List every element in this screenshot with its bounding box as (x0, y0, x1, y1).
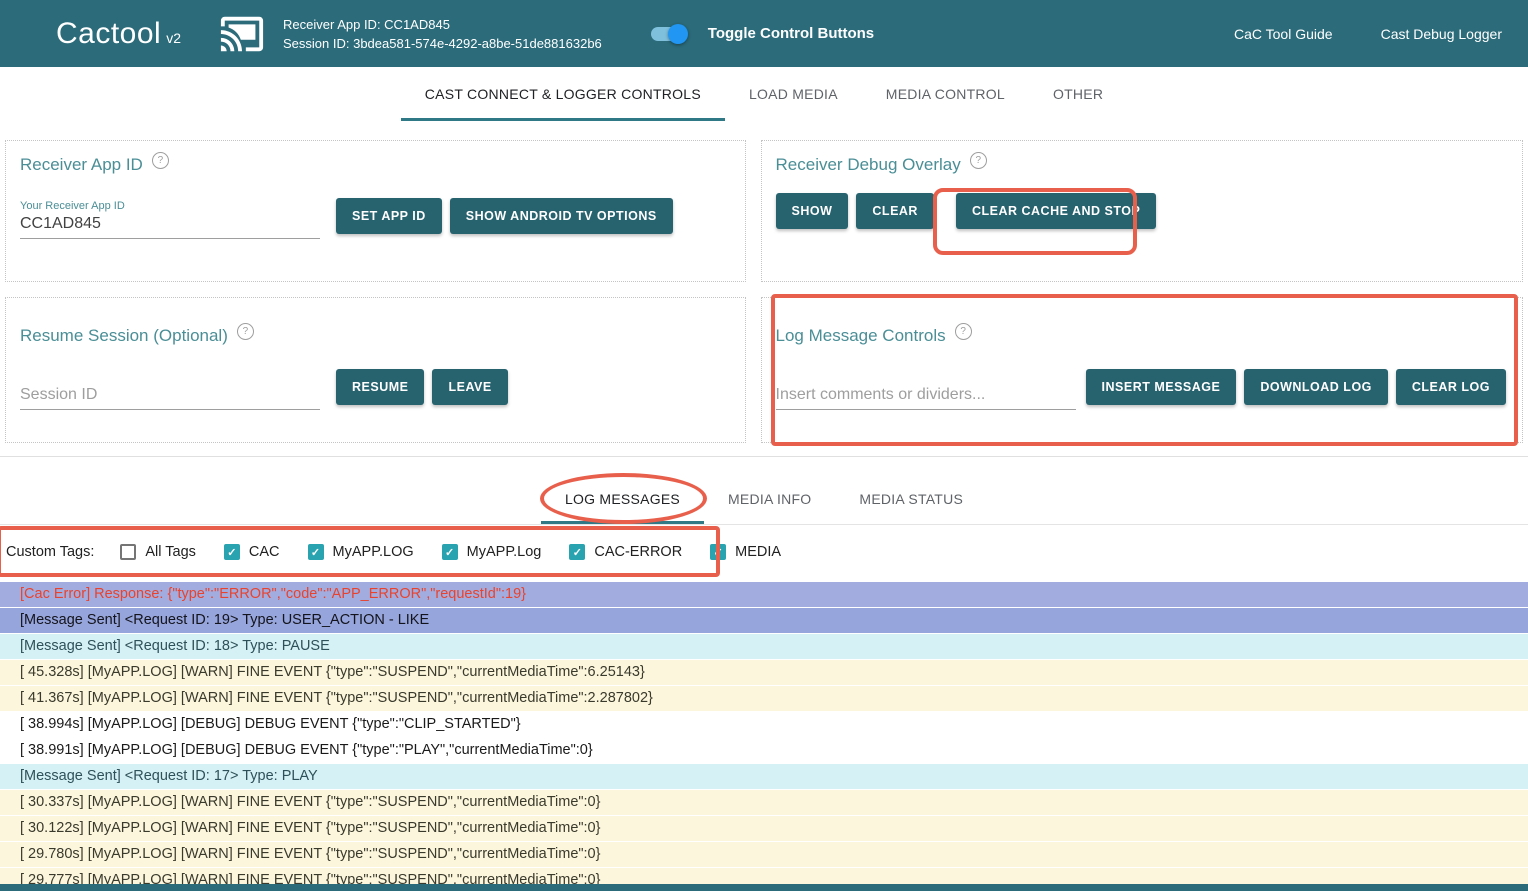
receiver-debug-overlay-title: Receiver Debug Overlay ? (776, 155, 1506, 175)
log-row: [ 38.991s] [MyAPP.LOG] [DEBUG] DEBUG EVE… (0, 738, 1528, 764)
header-links: CaC Tool Guide Cast Debug Logger (1234, 26, 1502, 42)
log-row: [Message Sent] <Request ID: 19> Type: US… (0, 608, 1528, 634)
toggle-knob-icon (668, 24, 688, 44)
cast-debug-logger-link[interactable]: Cast Debug Logger (1381, 26, 1502, 42)
tag-all-tags[interactable]: ✓ All Tags (120, 544, 196, 560)
receiver-debug-overlay-panel: Receiver Debug Overlay ? SHOW CLEAR CLEA… (761, 140, 1523, 282)
resume-session-title: Resume Session (Optional) ? (20, 326, 729, 346)
logo-text: Cactool (56, 17, 161, 51)
tab-media-status[interactable]: MEDIA STATUS (835, 474, 987, 524)
help-icon[interactable]: ? (152, 152, 169, 169)
tab-media-control[interactable]: MEDIA CONTROL (862, 67, 1029, 121)
tab-other[interactable]: OTHER (1029, 67, 1127, 121)
receiver-app-id-title: Receiver App ID ? (20, 155, 729, 175)
log-row: [ 38.994s] [MyAPP.LOG] [DEBUG] DEBUG EVE… (0, 712, 1528, 738)
tab-load-media[interactable]: LOAD MEDIA (725, 67, 862, 121)
app-header: Cactool v2 Receiver App ID: CC1AD845 Ses… (0, 0, 1528, 67)
resume-button[interactable]: RESUME (336, 369, 424, 405)
receiver-app-id-input-group: Your Receiver App ID (20, 193, 320, 239)
receiver-app-id-input[interactable] (20, 215, 320, 233)
log-message-controls-panel: Log Message Controls ? INSERT MESSAGE DO… (761, 297, 1523, 443)
custom-tags-row: Custom Tags: ✓ All Tags ✓ CAC ✓ MyAPP.LO… (0, 527, 1528, 577)
log-row: [Message Sent] <Request ID: 18> Type: PA… (0, 634, 1528, 660)
session-id-text: Session ID: 3bdea581-574e-4292-a8be-51de… (283, 34, 602, 53)
log-message-controls-title: Log Message Controls ? (776, 326, 1506, 346)
checkbox-icon: ✓ (224, 544, 240, 560)
session-id-input-group (20, 364, 320, 410)
checkbox-icon: ✓ (710, 544, 726, 560)
show-android-tv-options-button[interactable]: SHOW ANDROID TV OPTIONS (450, 198, 673, 234)
control-buttons-toggle[interactable] (648, 24, 688, 44)
logo-version: v2 (166, 30, 181, 46)
main-tab-bar: CAST CONNECT & LOGGER CONTROLS LOAD MEDI… (0, 67, 1528, 121)
checkbox-icon: ✓ (308, 544, 324, 560)
tab-log-messages[interactable]: LOG MESSAGES (541, 474, 704, 524)
toggle-label: Toggle Control Buttons (708, 25, 874, 42)
session-id-input[interactable] (20, 386, 320, 404)
log-row: [ 45.328s] [MyAPP.LOG] [WARN] FINE EVENT… (0, 660, 1528, 686)
tag-cac-error[interactable]: ✓ CAC-ERROR (569, 544, 682, 560)
insert-message-button[interactable]: INSERT MESSAGE (1086, 369, 1237, 405)
cactool-app: Cactool v2 Receiver App ID: CC1AD845 Ses… (0, 0, 1528, 891)
resume-session-panel: Resume Session (Optional) ? RESUME LEAVE (5, 297, 746, 443)
help-icon[interactable]: ? (237, 323, 254, 340)
clear-cache-and-stop-button[interactable]: CLEAR CACHE AND STOP (956, 193, 1156, 229)
tab-media-info[interactable]: MEDIA INFO (704, 474, 835, 524)
custom-tags-label: Custom Tags: (6, 544, 94, 560)
checkbox-icon: ✓ (569, 544, 585, 560)
tag-media[interactable]: ✓ MEDIA (710, 544, 781, 560)
control-panels: Receiver App ID ? Your Receiver App ID S… (5, 140, 1523, 443)
log-row: [ 30.337s] [MyAPP.LOG] [WARN] FINE EVENT… (0, 790, 1528, 816)
tag-cac[interactable]: ✓ CAC (224, 544, 280, 560)
log-row: [Message Sent] <Request ID: 17> Type: PL… (0, 764, 1528, 790)
receiver-app-id-panel: Receiver App ID ? Your Receiver App ID S… (5, 140, 746, 282)
clear-log-button[interactable]: CLEAR LOG (1396, 369, 1506, 405)
tabs-divider (0, 524, 1528, 525)
clear-button[interactable]: CLEAR (856, 193, 934, 229)
cast-icon (219, 11, 265, 57)
tag-myapp-log-upper[interactable]: ✓ MyAPP.LOG (308, 544, 414, 560)
bottom-bar (0, 884, 1528, 891)
log-tab-bar: LOG MESSAGES MEDIA INFO MEDIA STATUS (0, 474, 1528, 524)
log-message-list: [Cac Error] Response: {"type":"ERROR","c… (0, 582, 1528, 891)
tag-myapp-log[interactable]: ✓ MyAPP.Log (442, 544, 542, 560)
help-icon[interactable]: ? (970, 152, 987, 169)
log-comment-input[interactable] (776, 386, 1076, 404)
log-row: [Cac Error] Response: {"type":"ERROR","c… (0, 582, 1528, 608)
log-row: [ 41.367s] [MyAPP.LOG] [WARN] FINE EVENT… (0, 686, 1528, 712)
tab-cast-connect-logger-controls[interactable]: CAST CONNECT & LOGGER CONTROLS (401, 67, 725, 121)
download-log-button[interactable]: DOWNLOAD LOG (1244, 369, 1388, 405)
show-button[interactable]: SHOW (776, 193, 849, 229)
app-logo: Cactool v2 (56, 17, 181, 51)
log-row: [ 30.122s] [MyAPP.LOG] [WARN] FINE EVENT… (0, 816, 1528, 842)
log-comment-input-group (776, 364, 1076, 410)
set-app-id-button[interactable]: SET APP ID (336, 198, 442, 234)
checkbox-icon: ✓ (442, 544, 458, 560)
help-icon[interactable]: ? (955, 323, 972, 340)
log-row: [ 29.780s] [MyAPP.LOG] [WARN] FINE EVENT… (0, 842, 1528, 868)
receiver-app-id-input-label: Your Receiver App ID (20, 200, 320, 212)
section-divider (0, 456, 1528, 457)
checkbox-icon: ✓ (120, 544, 136, 560)
leave-button[interactable]: LEAVE (432, 369, 507, 405)
receiver-app-id-text: Receiver App ID: CC1AD845 (283, 15, 602, 34)
session-info: Receiver App ID: CC1AD845 Session ID: 3b… (283, 15, 602, 53)
cac-tool-guide-link[interactable]: CaC Tool Guide (1234, 26, 1333, 42)
